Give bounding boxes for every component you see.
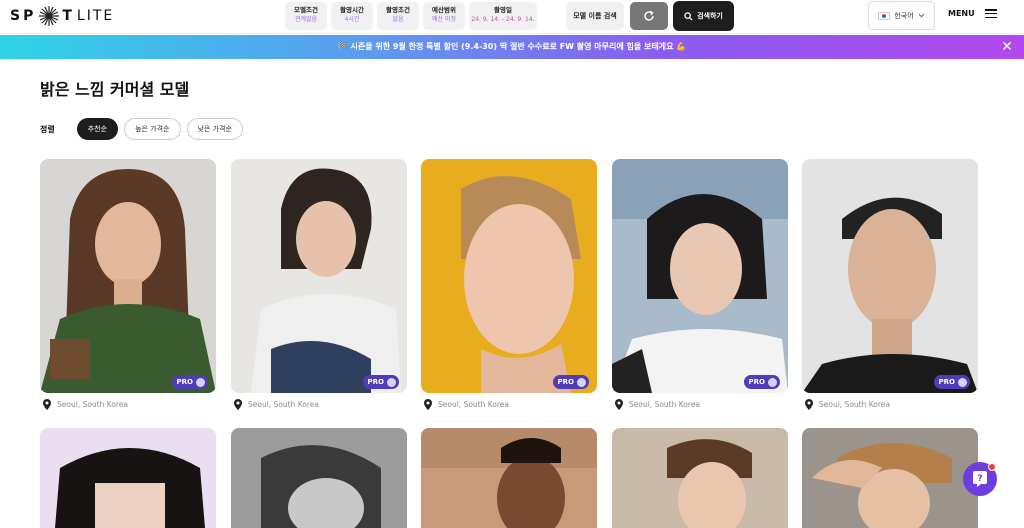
top-header: SP T LITE 모델조건 관계없음 촬영시간 4시간 촬영조건 없음 예산범… <box>0 0 1024 34</box>
location-row: Seoul, South Korea <box>421 399 597 410</box>
chevron-down-icon <box>918 13 925 18</box>
location-pin-icon <box>424 399 432 410</box>
logo-suffix: LITE <box>76 8 115 24</box>
model-card[interactable]: PRO Seoul, South Korea <box>40 159 216 410</box>
help-chat-icon: ? <box>973 471 987 487</box>
model-photo[interactable]: PRO <box>40 159 216 393</box>
location-row: Seoul, South Korea <box>802 399 978 410</box>
pro-badge-icon <box>768 377 777 387</box>
filter-shoot-time[interactable]: 촬영시간 4시간 <box>331 2 373 30</box>
pro-badge-icon <box>196 377 205 387</box>
filter-label: 촬영조건 <box>386 6 410 14</box>
sort-recommended-button[interactable]: 추천순 <box>76 118 119 140</box>
location-pin-icon <box>805 399 813 410</box>
location-text: Seoul, South Korea <box>629 400 701 409</box>
pro-badge-label: PRO <box>938 378 955 386</box>
pro-badge-icon <box>958 377 967 387</box>
pro-badge: PRO <box>362 375 399 389</box>
location-text: Seoul, South Korea <box>438 400 510 409</box>
language-selector[interactable]: 한국어 <box>868 1 935 30</box>
sort-bar: 정렬 추천순 높은 가격순 낮은 가격순 <box>40 118 243 140</box>
location-text: Seoul, South Korea <box>819 400 891 409</box>
filter-value: 예산 미정 <box>432 16 456 23</box>
refresh-button[interactable] <box>630 2 668 30</box>
filter-value: 24. 9. 14. - 24. 9. 14. <box>471 16 535 23</box>
location-pin-icon <box>234 399 242 410</box>
model-card[interactable]: PRO Seoul, South Korea <box>231 159 407 410</box>
star-icon <box>39 6 60 26</box>
model-card[interactable]: PRO Seoul, South Korea <box>421 159 597 410</box>
sort-price-high-button[interactable]: 높은 가격순 <box>124 118 181 140</box>
filter-label: 모델조건 <box>294 6 318 14</box>
filter-value: 4시간 <box>344 16 360 23</box>
model-photo[interactable] <box>421 428 597 528</box>
filter-shoot-condition[interactable]: 촬영조건 없음 <box>377 2 419 30</box>
pro-badge-label: PRO <box>367 378 384 386</box>
refresh-icon <box>644 10 654 21</box>
model-photo[interactable]: PRO <box>231 159 407 393</box>
logo[interactable]: SP T LITE <box>10 4 114 28</box>
filter-shoot-date[interactable]: 촬영일 24. 9. 14. - 24. 9. 14. <box>469 2 537 30</box>
filter-label: 촬영시간 <box>340 6 364 14</box>
svg-text:?: ? <box>977 474 982 484</box>
location-row: Seoul, South Korea <box>612 399 788 410</box>
model-name-search-button[interactable]: 모델 이름 검색 <box>566 2 624 30</box>
search-icon <box>684 11 693 21</box>
model-photo[interactable] <box>612 428 788 528</box>
hamburger-icon <box>984 9 997 18</box>
sort-label: 정렬 <box>40 124 55 134</box>
page-title: 밝은 느낌 커머셜 모델 <box>40 80 190 99</box>
filter-value: 관계없음 <box>294 16 318 23</box>
search-button-label: 검색하기 <box>697 12 723 20</box>
location-pin-icon <box>615 399 623 410</box>
filter-label: 촬영일 <box>494 6 512 14</box>
pro-badge: PRO <box>743 375 780 389</box>
promo-banner-text: 🏁 시즌을 위한 9월 한정 특별 할인 (9.4-30) 딱 절반 수수료로 … <box>337 42 687 51</box>
model-photo[interactable]: PRO <box>802 159 978 393</box>
filter-budget[interactable]: 예산범위 예산 미정 <box>423 2 465 30</box>
logo-text-right: T <box>62 8 75 24</box>
location-row: Seoul, South Korea <box>231 399 407 410</box>
pro-badge-label: PRO <box>176 378 193 386</box>
logo-text-left: SP <box>10 8 37 24</box>
menu-label: MENU <box>948 9 975 18</box>
pro-badge: PRO <box>552 375 589 389</box>
filter-model-condition[interactable]: 모델조건 관계없음 <box>285 2 327 30</box>
notification-dot <box>988 463 996 471</box>
location-pin-icon <box>43 399 51 410</box>
pro-badge-label: PRO <box>748 378 765 386</box>
menu-button[interactable]: MENU <box>948 9 997 18</box>
model-photo[interactable]: PRO <box>612 159 788 393</box>
korea-flag-icon <box>878 11 891 20</box>
location-text: Seoul, South Korea <box>57 400 129 409</box>
pro-badge: PRO <box>933 375 970 389</box>
pro-badge: PRO <box>171 375 208 389</box>
sort-price-low-button[interactable]: 낮은 가격순 <box>186 118 243 140</box>
search-button[interactable]: 검색하기 <box>673 1 734 31</box>
location-text: Seoul, South Korea <box>248 400 320 409</box>
model-photo[interactable] <box>802 428 978 528</box>
filter-value: 없음 <box>392 16 404 23</box>
help-button[interactable]: ? <box>963 462 997 496</box>
model-card[interactable]: PRO Seoul, South Korea <box>612 159 788 410</box>
filter-bar: 모델조건 관계없음 촬영시간 4시간 촬영조건 없음 예산범위 예산 미정 촬영… <box>285 2 537 30</box>
location-row: Seoul, South Korea <box>40 399 216 410</box>
model-photo[interactable] <box>40 428 216 528</box>
pro-badge-icon <box>387 377 396 387</box>
language-label: 한국어 <box>894 11 914 20</box>
promo-banner[interactable]: 🏁 시즌을 위한 9월 한정 특별 할인 (9.4-30) 딱 절반 수수료로 … <box>0 35 1024 59</box>
filter-label: 예산범위 <box>432 6 456 14</box>
model-photo[interactable] <box>231 428 407 528</box>
pro-badge-icon <box>577 377 586 387</box>
close-icon[interactable]: ✕ <box>1000 40 1014 54</box>
pro-badge-label: PRO <box>557 378 574 386</box>
model-card[interactable]: PRO Seoul, South Korea <box>802 159 978 410</box>
model-photo[interactable]: PRO <box>421 159 597 393</box>
